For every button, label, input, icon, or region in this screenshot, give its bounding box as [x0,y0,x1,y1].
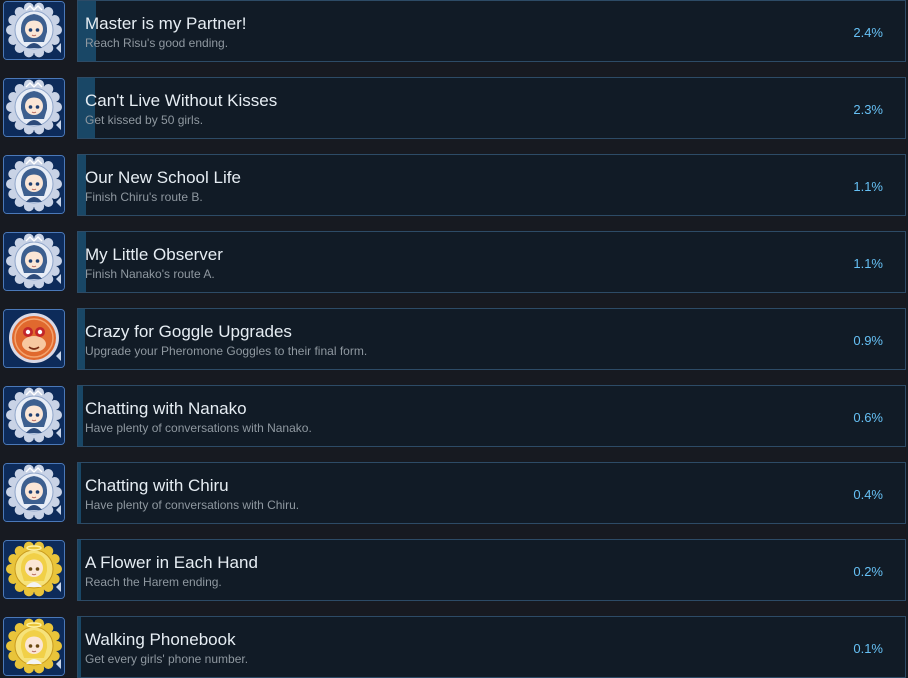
global-unlock-progress-bar [78,617,81,677]
achievement-card: Chatting with Chiru Have plenty of conver… [77,462,906,524]
achievement-title: Chatting with Chiru [85,476,229,495]
achievement-card: My Little Observer Finish Nanako's route … [77,231,906,293]
unlock-percentage: 0.4% [853,487,883,502]
achievement-title: Our New School Life [85,168,241,187]
achievement-card: Master is my Partner! Reach Risu's good e… [77,0,906,62]
achievement-card: A Flower in Each Hand Reach the Harem end… [77,539,906,601]
achievement-title: A Flower in Each Hand [85,553,258,572]
achievement-row[interactable]: A Flower in Each Hand Reach the Harem end… [0,538,908,602]
achievement-card: Our New School Life Finish Chiru's route … [77,154,906,216]
achievement-description: Have plenty of conversations with Nanako… [85,421,312,435]
achievement-list: Master is my Partner! Reach Risu's good e… [0,0,908,678]
achievement-title: Walking Phonebook [85,630,236,649]
achievement-card: Walking Phonebook Get every girls' phone … [77,616,906,678]
unlock-percentage: 0.1% [853,641,883,656]
global-unlock-progress-bar [78,386,83,446]
unlock-percentage: 0.6% [853,410,883,425]
achievement-row[interactable]: Master is my Partner! Reach Risu's good e… [0,0,908,63]
achievement-description: Finish Chiru's route B. [85,190,203,204]
blue-girl-medal-icon [3,1,65,60]
unlock-percentage: 0.2% [853,564,883,579]
gold-girl-medal-icon [3,540,65,599]
achievement-row[interactable]: Our New School Life Finish Chiru's route … [0,153,908,217]
achievement-description: Reach Risu's good ending. [85,36,229,50]
gold-girl-medal-icon [3,617,65,676]
unlock-percentage: 1.1% [853,179,883,194]
unlock-percentage: 1.1% [853,256,883,271]
achievement-description: Reach the Harem ending. [85,575,222,589]
unlock-percentage: 2.3% [853,102,883,117]
blue-girl-medal-icon [3,463,65,522]
orange-goggles-medal-icon [3,309,65,368]
achievement-row[interactable]: Chatting with Chiru Have plenty of conver… [0,461,908,525]
achievement-card: Chatting with Nanako Have plenty of conve… [77,385,906,447]
achievement-title: Master is my Partner! [85,14,247,33]
global-unlock-progress-bar [78,309,85,369]
achievement-row[interactable]: My Little Observer Finish Nanako's route … [0,230,908,294]
achievement-title: Can't Live Without Kisses [85,91,278,110]
achievement-description: Get every girls' phone number. [85,652,249,666]
blue-girl-medal-icon [3,78,65,137]
global-unlock-progress-bar [78,540,81,600]
achievement-card: Can't Live Without Kisses Get kissed by 5… [77,77,906,139]
achievement-row[interactable]: Can't Live Without Kisses Get kissed by 5… [0,76,908,140]
achievement-row[interactable]: Chatting with Nanako Have plenty of conve… [0,384,908,448]
achievement-description: Have plenty of conversations with Chiru. [85,498,300,512]
achievement-description: Get kissed by 50 girls. [85,113,204,127]
achievement-row[interactable]: Walking Phonebook Get every girls' phone … [0,615,908,678]
achievement-card: Crazy for Goggle Upgrades Upgrade your Ph… [77,308,906,370]
achievement-title: Chatting with Nanako [85,399,247,418]
unlock-percentage: 0.9% [853,333,883,348]
achievement-description: Upgrade your Pheromone Goggles to their … [85,344,368,358]
blue-girl-medal-icon [3,232,65,291]
blue-girl-medal-icon [3,386,65,445]
achievement-description: Finish Nanako's route A. [85,267,215,281]
achievement-title: Crazy for Goggle Upgrades [85,322,292,341]
global-unlock-progress-bar [78,463,81,523]
blue-girl-medal-icon [3,155,65,214]
achievement-title: My Little Observer [85,245,223,264]
achievement-row[interactable]: Crazy for Goggle Upgrades Upgrade your Ph… [0,307,908,371]
unlock-percentage: 2.4% [853,25,883,40]
